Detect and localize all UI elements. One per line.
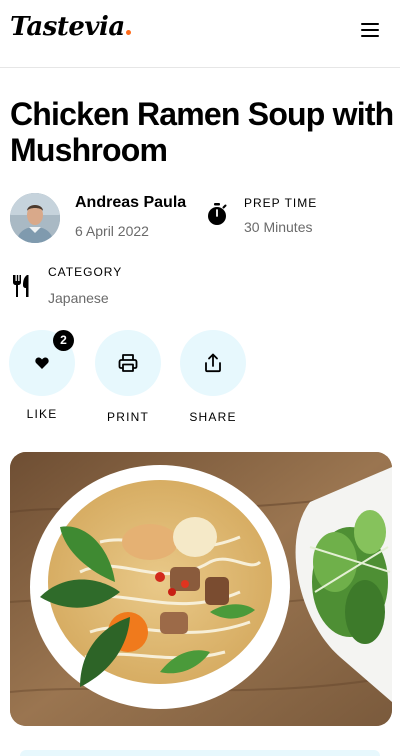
category-label: CATEGORY bbox=[48, 265, 123, 279]
share-label: SHARE bbox=[189, 410, 237, 424]
like-count-badge: 2 bbox=[53, 330, 74, 351]
author-name[interactable]: Andreas Paula bbox=[75, 194, 186, 212]
print-button[interactable] bbox=[95, 330, 161, 396]
prep-time-label: PREP TIME bbox=[244, 196, 318, 210]
recipe-hero-image bbox=[10, 452, 392, 726]
next-section-edge bbox=[20, 750, 380, 756]
category-value[interactable]: Japanese bbox=[48, 290, 109, 306]
hamburger-menu-icon[interactable] bbox=[358, 20, 384, 40]
print-label: PRINT bbox=[107, 410, 149, 424]
printer-icon bbox=[118, 354, 138, 372]
brand-name: Tastevia bbox=[10, 12, 125, 42]
stopwatch-icon bbox=[206, 202, 228, 226]
heart-icon bbox=[35, 357, 49, 369]
recipe-title: Chicken Ramen Soup with Mushroom bbox=[10, 96, 394, 168]
publish-date: 6 April 2022 bbox=[75, 223, 149, 239]
like-label: LIKE bbox=[26, 407, 58, 421]
share-icon bbox=[205, 353, 221, 373]
share-button[interactable] bbox=[180, 330, 246, 396]
brand-dot bbox=[125, 30, 131, 35]
prep-time-value: 30 Minutes bbox=[244, 219, 313, 235]
site-header: Tastevia bbox=[0, 0, 400, 68]
brand-logo[interactable]: Tastevia bbox=[10, 12, 131, 42]
author-avatar[interactable] bbox=[10, 193, 60, 243]
fork-knife-icon bbox=[12, 274, 32, 298]
